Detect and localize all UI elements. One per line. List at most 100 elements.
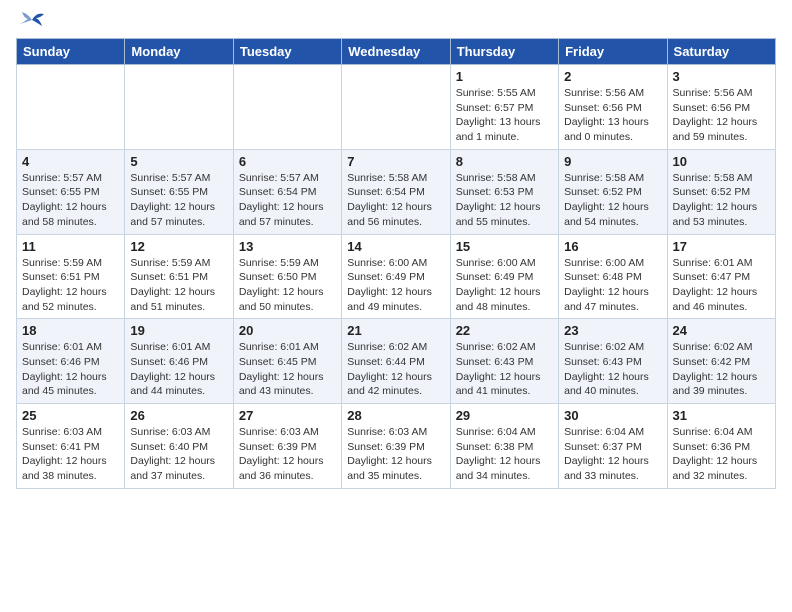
calendar-day-cell: 27 Sunrise: 6:03 AM Sunset: 6:39 PM Dayli… [233,404,341,489]
weekday-header: Sunday [17,39,125,65]
day-info: Sunrise: 5:58 AM Sunset: 6:52 PM Dayligh… [673,171,770,230]
day-info: Sunrise: 5:58 AM Sunset: 6:54 PM Dayligh… [347,171,444,230]
calendar-day-cell: 2 Sunrise: 5:56 AM Sunset: 6:56 PM Daylig… [559,65,667,150]
day-info: Sunrise: 6:04 AM Sunset: 6:36 PM Dayligh… [673,425,770,484]
day-info: Sunrise: 6:02 AM Sunset: 6:44 PM Dayligh… [347,340,444,399]
day-number: 14 [347,239,444,254]
weekday-header: Tuesday [233,39,341,65]
day-number: 26 [130,408,227,423]
calendar-week-row: 25Sunrise: 6:03 AM Sunset: 6:41 PM Dayli… [17,404,776,489]
calendar-day-cell: 4 Sunrise: 5:57 AM Sunset: 6:55 PM Daylig… [17,149,125,234]
calendar-day-cell: 3 Sunrise: 5:56 AM Sunset: 6:56 PM Daylig… [667,65,775,150]
calendar-table: SundayMondayTuesdayWednesdayThursdayFrid… [16,38,776,489]
day-number: 30 [564,408,661,423]
day-info: Sunrise: 5:55 AM Sunset: 6:57 PM Dayligh… [456,86,553,145]
weekday-header: Saturday [667,39,775,65]
day-info: Sunrise: 6:03 AM Sunset: 6:39 PM Dayligh… [347,425,444,484]
day-info: Sunrise: 5:59 AM Sunset: 6:50 PM Dayligh… [239,256,336,315]
day-number: 1 [456,69,553,84]
day-number: 13 [239,239,336,254]
calendar-day-cell: 26 Sunrise: 6:03 AM Sunset: 6:40 PM Dayli… [125,404,233,489]
calendar-day-cell: 12Sunrise: 5:59 AM Sunset: 6:51 PM Dayli… [125,234,233,319]
day-number: 16 [564,239,661,254]
day-info: Sunrise: 5:57 AM Sunset: 6:55 PM Dayligh… [130,171,227,230]
day-info: Sunrise: 5:58 AM Sunset: 6:53 PM Dayligh… [456,171,553,230]
day-number: 8 [456,154,553,169]
day-info: Sunrise: 5:58 AM Sunset: 6:52 PM Dayligh… [564,171,661,230]
calendar-day-cell: 22Sunrise: 6:02 AM Sunset: 6:43 PM Dayli… [450,319,558,404]
day-info: Sunrise: 5:56 AM Sunset: 6:56 PM Dayligh… [564,86,661,145]
calendar-day-cell: 30 Sunrise: 6:04 AM Sunset: 6:37 PM Dayli… [559,404,667,489]
day-info: Sunrise: 6:00 AM Sunset: 6:48 PM Dayligh… [564,256,661,315]
day-info: Sunrise: 5:57 AM Sunset: 6:55 PM Dayligh… [22,171,119,230]
calendar-day-cell: 6 Sunrise: 5:57 AM Sunset: 6:54 PM Daylig… [233,149,341,234]
day-number: 15 [456,239,553,254]
calendar-day-cell [125,65,233,150]
day-number: 2 [564,69,661,84]
day-info: Sunrise: 6:03 AM Sunset: 6:40 PM Dayligh… [130,425,227,484]
day-info: Sunrise: 6:02 AM Sunset: 6:43 PM Dayligh… [564,340,661,399]
day-number: 6 [239,154,336,169]
weekday-header: Monday [125,39,233,65]
day-info: Sunrise: 5:57 AM Sunset: 6:54 PM Dayligh… [239,171,336,230]
calendar-week-row: 11 Sunrise: 5:59 AM Sunset: 6:51 PM Dayli… [17,234,776,319]
day-number: 19 [130,323,227,338]
weekday-header: Thursday [450,39,558,65]
calendar-day-cell: 23 Sunrise: 6:02 AM Sunset: 6:43 PM Dayli… [559,319,667,404]
calendar-day-cell: 14 Sunrise: 6:00 AM Sunset: 6:49 PM Dayli… [342,234,450,319]
day-number: 10 [673,154,770,169]
day-info: Sunrise: 6:03 AM Sunset: 6:39 PM Dayligh… [239,425,336,484]
day-number: 17 [673,239,770,254]
day-number: 11 [22,239,119,254]
day-number: 24 [673,323,770,338]
calendar-day-cell [342,65,450,150]
day-info: Sunrise: 6:02 AM Sunset: 6:42 PM Dayligh… [673,340,770,399]
calendar-header-row: SundayMondayTuesdayWednesdayThursdayFrid… [17,39,776,65]
calendar-day-cell: 18Sunrise: 6:01 AM Sunset: 6:46 PM Dayli… [17,319,125,404]
day-info: Sunrise: 6:01 AM Sunset: 6:46 PM Dayligh… [130,340,227,399]
page-header [16,16,776,30]
day-info: Sunrise: 6:00 AM Sunset: 6:49 PM Dayligh… [347,256,444,315]
day-info: Sunrise: 5:59 AM Sunset: 6:51 PM Dayligh… [22,256,119,315]
day-info: Sunrise: 6:01 AM Sunset: 6:45 PM Dayligh… [239,340,336,399]
calendar-day-cell: 28 Sunrise: 6:03 AM Sunset: 6:39 PM Dayli… [342,404,450,489]
calendar-day-cell [233,65,341,150]
day-info: Sunrise: 6:04 AM Sunset: 6:38 PM Dayligh… [456,425,553,484]
calendar-day-cell: 29 Sunrise: 6:04 AM Sunset: 6:38 PM Dayli… [450,404,558,489]
day-info: Sunrise: 6:01 AM Sunset: 6:46 PM Dayligh… [22,340,119,399]
day-number: 28 [347,408,444,423]
day-info: Sunrise: 6:04 AM Sunset: 6:37 PM Dayligh… [564,425,661,484]
day-number: 27 [239,408,336,423]
calendar-day-cell: 21 Sunrise: 6:02 AM Sunset: 6:44 PM Dayli… [342,319,450,404]
calendar-day-cell: 1 Sunrise: 5:55 AM Sunset: 6:57 PM Daylig… [450,65,558,150]
calendar-day-cell [17,65,125,150]
logo-bird-icon [18,10,46,30]
day-number: 9 [564,154,661,169]
calendar-day-cell: 11 Sunrise: 5:59 AM Sunset: 6:51 PM Dayli… [17,234,125,319]
day-number: 23 [564,323,661,338]
day-number: 5 [130,154,227,169]
calendar-day-cell: 9 Sunrise: 5:58 AM Sunset: 6:52 PM Daylig… [559,149,667,234]
calendar-day-cell: 8 Sunrise: 5:58 AM Sunset: 6:53 PM Daylig… [450,149,558,234]
day-number: 31 [673,408,770,423]
calendar-day-cell: 31 Sunrise: 6:04 AM Sunset: 6:36 PM Dayli… [667,404,775,489]
calendar-day-cell: 17 Sunrise: 6:01 AM Sunset: 6:47 PM Dayli… [667,234,775,319]
day-number: 3 [673,69,770,84]
day-number: 29 [456,408,553,423]
day-number: 22 [456,323,553,338]
calendar-week-row: 1 Sunrise: 5:55 AM Sunset: 6:57 PM Daylig… [17,65,776,150]
day-info: Sunrise: 6:01 AM Sunset: 6:47 PM Dayligh… [673,256,770,315]
day-number: 20 [239,323,336,338]
day-info: Sunrise: 5:56 AM Sunset: 6:56 PM Dayligh… [673,86,770,145]
weekday-header: Wednesday [342,39,450,65]
calendar-day-cell: 16 Sunrise: 6:00 AM Sunset: 6:48 PM Dayli… [559,234,667,319]
day-info: Sunrise: 5:59 AM Sunset: 6:51 PM Dayligh… [130,256,227,315]
calendar-day-cell: 15 Sunrise: 6:00 AM Sunset: 6:49 PM Dayli… [450,234,558,319]
day-info: Sunrise: 6:00 AM Sunset: 6:49 PM Dayligh… [456,256,553,315]
day-number: 21 [347,323,444,338]
calendar-day-cell: 5 Sunrise: 5:57 AM Sunset: 6:55 PM Daylig… [125,149,233,234]
day-number: 4 [22,154,119,169]
calendar-day-cell: 25Sunrise: 6:03 AM Sunset: 6:41 PM Dayli… [17,404,125,489]
weekday-header: Friday [559,39,667,65]
logo [16,16,46,30]
